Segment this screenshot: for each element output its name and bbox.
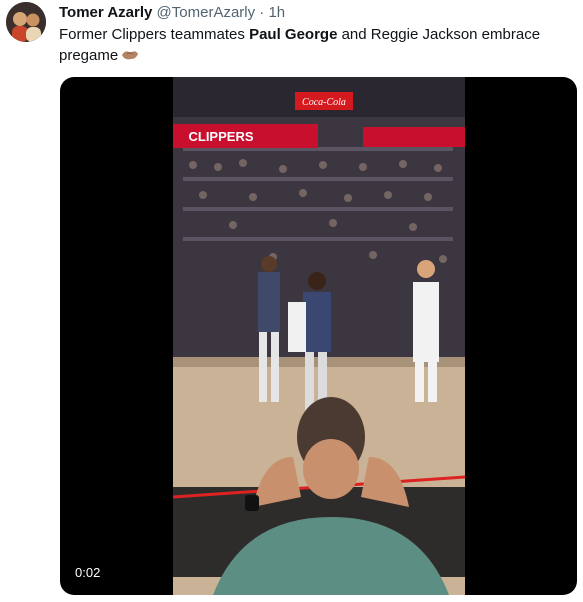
arena-scene: Coca-Cola CLIPPERS [173,77,465,595]
separator-dot: · [259,4,265,21]
author-name[interactable]: Tomer Azarly [59,4,152,21]
coca-cola-sign-text: Coca-Cola [302,97,346,108]
tweet-header: Tomer Azarly @TomerAzarly · 1h [59,3,285,23]
mention-paul-george: Paul George [249,26,338,43]
tweet-text: Former Clippers teammates Paul George an… [59,24,569,66]
author-avatar[interactable] [6,2,46,42]
tweet-time[interactable]: 1h [268,4,285,21]
video-player[interactable]: Coca-Cola CLIPPERS 0:02 [60,77,577,595]
avatar-photo-icon [6,2,46,42]
clippers-banner-text: CLIPPERS [188,129,253,144]
handshake-emoji-icon [122,51,139,60]
tweet-text-prefix: Former Clippers teammates [59,26,250,43]
author-handle[interactable]: @TomerAzarly [157,4,256,21]
video-frame: Coca-Cola CLIPPERS [173,77,465,595]
video-timestamp: 0:02 [68,562,108,583]
